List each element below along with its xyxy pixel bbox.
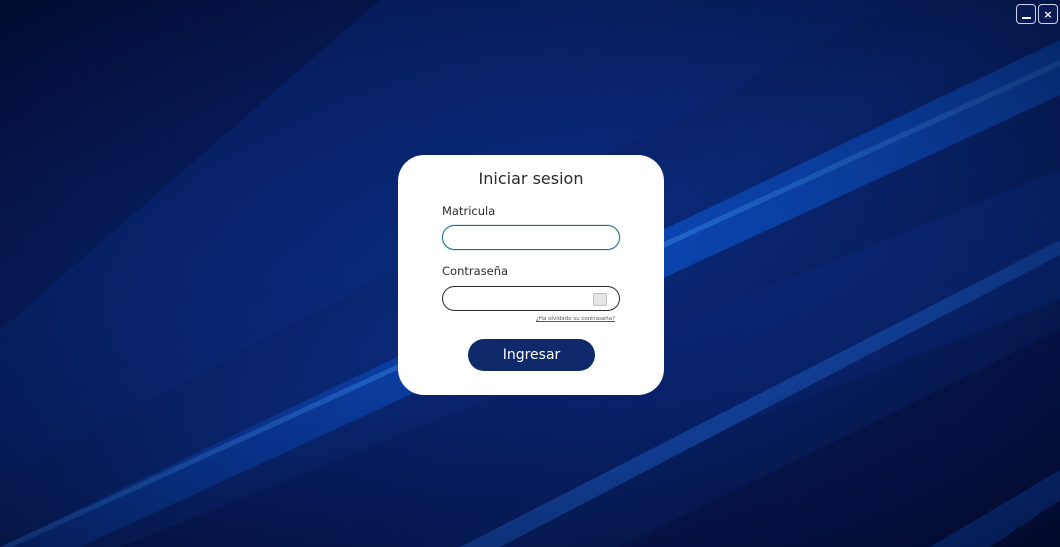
eye-toggle-icon[interactable] [593,293,607,306]
window-controls: × [1016,4,1058,24]
app-window: × Iniciar sesion Matricula Contraseña ¿H… [0,0,1060,547]
minimize-icon [1021,17,1031,19]
password-input[interactable] [442,286,620,311]
close-button[interactable]: × [1038,4,1058,24]
minimize-button[interactable] [1016,4,1036,24]
password-label: Contraseña [442,264,509,278]
matricula-input[interactable] [442,225,620,250]
matricula-label: Matricula [442,204,496,218]
login-title: Iniciar sesion [478,169,584,188]
ingresar-button[interactable]: Ingresar [468,339,595,371]
login-card: Iniciar sesion Matricula Contraseña ¿Ha … [398,155,664,395]
close-icon: × [1043,7,1053,21]
forgot-password-link[interactable]: ¿Ha olvidado su contraseña? [536,316,615,322]
